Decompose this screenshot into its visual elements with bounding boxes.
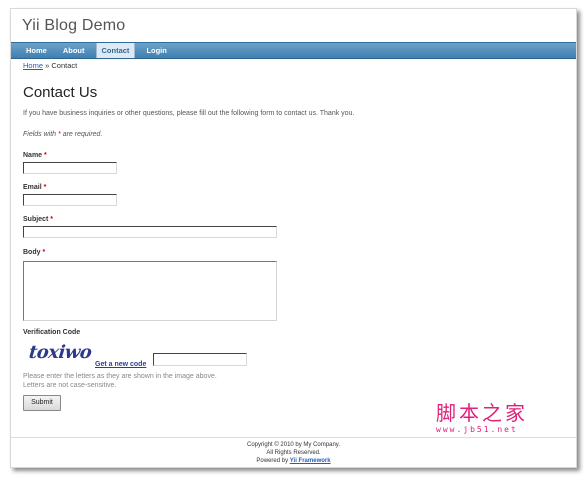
intro-text: If you have business inquiries or other …	[23, 110, 355, 117]
hint-line-2: Letters are not case-sensitive.	[23, 382, 117, 389]
footer-powered: Powered by Yii Framework	[11, 457, 576, 465]
verification-hint: Please enter the letters as they are sho…	[23, 372, 217, 390]
nav-item-home[interactable]: Home	[21, 43, 52, 58]
subject-input[interactable]	[23, 226, 277, 238]
body-label: Body *	[23, 249, 45, 256]
name-label: Name *	[23, 152, 47, 159]
breadcrumb: Home » Contact	[23, 61, 77, 70]
breadcrumb-current: Contact	[51, 61, 78, 70]
new-code-link[interactable]: Get a new code	[95, 361, 146, 368]
name-required-mark: *	[44, 152, 47, 159]
breadcrumb-separator: »	[45, 61, 50, 70]
page-title: Contact Us	[23, 84, 98, 101]
body-textarea[interactable]	[23, 261, 277, 321]
footer-divider	[11, 437, 576, 438]
required-note-prefix: Fields with	[23, 131, 59, 138]
name-input[interactable]	[23, 162, 117, 174]
subject-required-mark: *	[50, 216, 53, 223]
footer-powered-prefix: Powered by	[256, 458, 290, 464]
name-label-text: Name	[23, 152, 43, 159]
breadcrumb-home-link[interactable]: Home	[23, 61, 43, 70]
subject-label-text: Subject	[23, 216, 49, 223]
email-label: Email *	[23, 184, 46, 191]
watermark-chinese: 脚本之家	[436, 401, 528, 425]
site-title: Yii Blog Demo	[22, 17, 126, 34]
subject-label: Subject *	[23, 216, 53, 223]
hint-line-1: Please enter the letters as they are sho…	[23, 373, 217, 380]
footer-yii-link[interactable]: Yii Framework	[290, 458, 331, 464]
footer-rights: All Rights Reserved.	[266, 450, 321, 456]
verification-input[interactable]	[153, 353, 247, 366]
required-note-suffix: are required.	[60, 131, 103, 138]
email-required-mark: *	[43, 184, 47, 191]
footer: Copyright © 2010 by My Company. All Righ…	[11, 441, 576, 465]
browser-frame: Yii Blog Demo Home About Contact Login H…	[10, 8, 577, 468]
watermark-url: www.jb51.net	[436, 425, 518, 434]
nav-item-about[interactable]: About	[58, 43, 90, 58]
required-note: Fields with * are required.	[23, 131, 102, 138]
submit-button[interactable]: Submit	[23, 395, 61, 411]
body-label-text: Body	[23, 249, 41, 256]
email-label-text: Email	[23, 184, 42, 191]
nav-item-contact[interactable]: Contact	[95, 43, 136, 58]
captcha-image: toxiwo	[27, 342, 93, 363]
footer-copyright: Copyright © 2010 by My Company.	[246, 442, 341, 448]
nav-item-login[interactable]: Login	[141, 43, 171, 58]
watermark: 脚本之家 www.jb51.net	[436, 402, 566, 434]
verification-label: Verification Code	[23, 329, 81, 336]
body-required-mark: *	[42, 249, 46, 256]
main-navbar: Home About Contact Login	[11, 42, 576, 59]
email-input[interactable]	[23, 194, 117, 206]
